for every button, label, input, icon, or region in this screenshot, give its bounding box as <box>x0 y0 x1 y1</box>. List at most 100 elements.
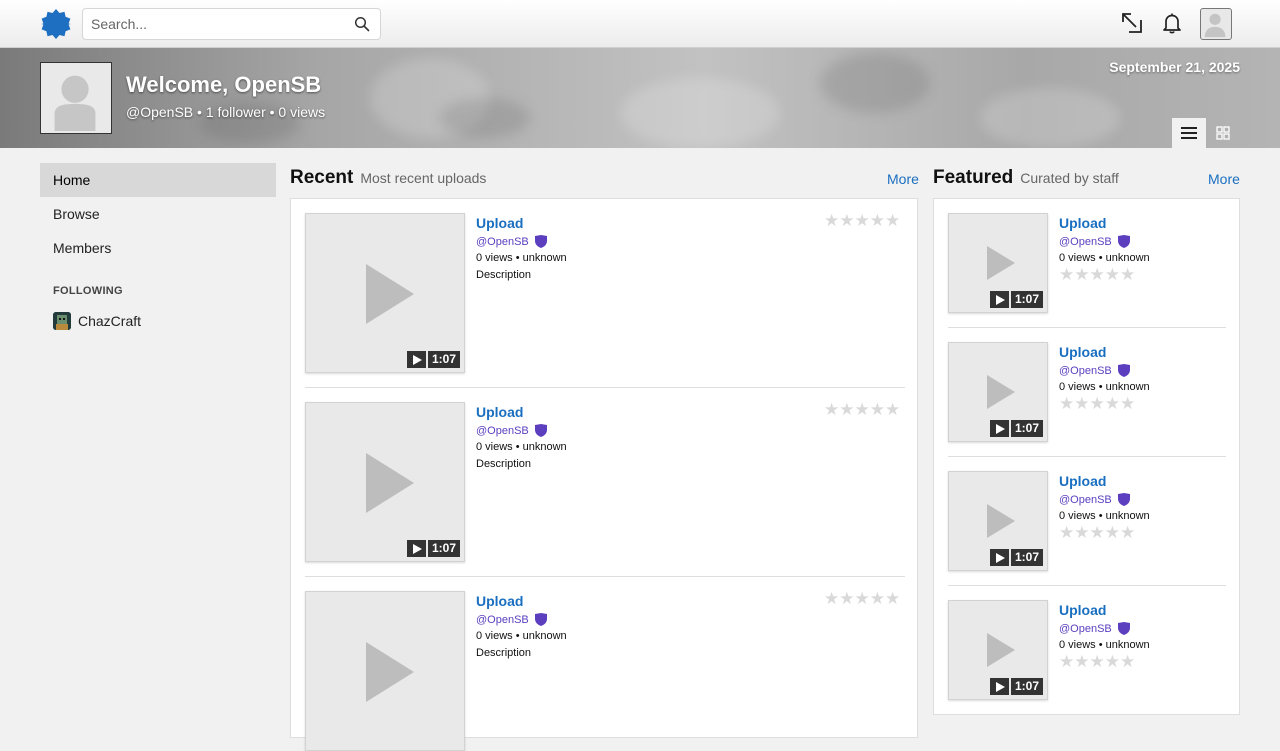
video-meta: 0 views • unknown <box>1059 510 1150 522</box>
star-icon: ★ <box>854 211 870 230</box>
video-card[interactable]: Upload @OpenSB 0 views • unknown Descrip… <box>305 589 905 751</box>
search-input[interactable] <box>83 9 343 39</box>
video-thumbnail[interactable]: 1:07 <box>305 402 465 562</box>
star-rating[interactable]: ★ ★ ★ ★ ★ <box>824 589 900 608</box>
profile-picture[interactable] <box>40 62 112 134</box>
grid-view-button[interactable] <box>1206 118 1240 148</box>
upload-icon[interactable] <box>1121 12 1143 34</box>
video-meta: 0 views • unknown <box>1059 252 1150 264</box>
video-author[interactable]: @OpenSB <box>476 235 547 248</box>
video-author[interactable]: @OpenSB <box>1059 622 1130 635</box>
verified-shield-icon <box>534 613 547 626</box>
video-card[interactable]: 1:07 Upload @OpenSB 0 views • unknown ★ ★… <box>948 471 1226 571</box>
play-small-icon <box>407 351 426 368</box>
welcome-title: Welcome, OpenSB <box>126 72 322 97</box>
search-icon[interactable] <box>354 16 370 32</box>
video-title[interactable]: Upload <box>1059 473 1106 489</box>
star-rating[interactable]: ★ ★ ★ ★ ★ <box>824 211 900 230</box>
star-icon: ★ <box>1120 652 1136 671</box>
video-author[interactable]: @OpenSB <box>1059 364 1130 377</box>
video-thumbnail[interactable]: 1:07 <box>948 600 1048 700</box>
channel-avatar-icon <box>53 312 71 330</box>
duration-badge: 1:07 <box>990 678 1044 695</box>
video-card[interactable]: 1:07 Upload @OpenSB 0 views • unknown ★ ★… <box>948 342 1226 442</box>
banner-texture <box>620 78 780 148</box>
divider <box>948 456 1226 457</box>
video-thumbnail[interactable]: 1:07 <box>948 213 1048 313</box>
star-icon: ★ <box>854 400 870 419</box>
featured-title: Featured <box>933 167 1014 188</box>
video-meta: 0 views • unknown <box>476 630 567 642</box>
search-box[interactable] <box>82 8 381 40</box>
video-title[interactable]: Upload <box>476 593 523 609</box>
recent-header: Recent Most recent uploads <box>290 167 486 191</box>
divider <box>948 327 1226 328</box>
video-author[interactable]: @OpenSB <box>1059 235 1130 248</box>
star-rating[interactable]: ★ ★ ★ ★ ★ <box>1059 523 1135 542</box>
video-card[interactable]: 1:07 Upload @OpenSB 0 views • unknown ★ ★… <box>948 600 1226 700</box>
author-name: @OpenSB <box>1059 493 1112 506</box>
list-view-button[interactable] <box>1172 118 1206 148</box>
star-icon: ★ <box>1059 523 1075 542</box>
video-author[interactable]: @OpenSB <box>1059 493 1130 506</box>
duration-badge: 1:07 <box>990 420 1044 437</box>
video-thumbnail[interactable]: 1:07 <box>948 471 1048 571</box>
duration: 1:07 <box>1011 549 1044 566</box>
star-rating[interactable]: ★ ★ ★ ★ ★ <box>1059 394 1135 413</box>
following-item-chazcraft[interactable]: ChazCraft <box>40 311 276 331</box>
video-thumbnail[interactable] <box>305 591 465 751</box>
featured-subtitle: Curated by staff <box>1020 170 1119 186</box>
sidebar-item-browse[interactable]: Browse <box>40 197 276 231</box>
video-title[interactable]: Upload <box>1059 215 1106 231</box>
star-icon: ★ <box>1074 652 1090 671</box>
video-thumbnail[interactable]: 1:07 <box>948 342 1048 442</box>
sidebar-item-home[interactable]: Home <box>40 163 276 197</box>
bell-icon[interactable] <box>1161 12 1183 34</box>
recent-more-link[interactable]: More <box>887 171 919 187</box>
video-card[interactable]: 1:07 Upload @OpenSB 0 views • unknown De… <box>305 211 905 373</box>
video-author[interactable]: @OpenSB <box>476 424 547 437</box>
duration: 1:07 <box>1011 291 1044 308</box>
video-thumbnail[interactable]: 1:07 <box>305 213 465 373</box>
top-bar <box>0 0 1280 48</box>
duration-badge: 1:07 <box>990 549 1044 566</box>
video-title[interactable]: Upload <box>476 215 523 231</box>
star-rating[interactable]: ★ ★ ★ ★ ★ <box>824 400 900 419</box>
profile-banner: Welcome, OpenSB @OpenSB • 1 follower • 0… <box>0 48 1280 148</box>
video-author[interactable]: @OpenSB <box>476 613 547 626</box>
play-small-icon <box>990 291 1009 308</box>
star-rating[interactable]: ★ ★ ★ ★ ★ <box>1059 266 1135 283</box>
play-icon <box>987 375 1015 409</box>
logo-icon[interactable] <box>40 8 72 40</box>
divider <box>305 576 905 577</box>
video-card[interactable]: 1:07 Upload @OpenSB 0 views • unknown ★ ★… <box>948 213 1226 313</box>
account-avatar[interactable] <box>1200 8 1232 40</box>
video-title[interactable]: Upload <box>476 404 523 420</box>
featured-more-link[interactable]: More <box>1208 171 1240 187</box>
star-icon: ★ <box>824 400 840 419</box>
author-name: @OpenSB <box>1059 364 1112 377</box>
author-name: @OpenSB <box>476 424 529 437</box>
star-icon: ★ <box>869 589 885 608</box>
featured-panel: 1:07 Upload @OpenSB 0 views • unknown ★ ★… <box>933 198 1240 715</box>
video-title[interactable]: Upload <box>1059 344 1106 360</box>
list-icon <box>1181 127 1197 139</box>
star-icon: ★ <box>1104 523 1120 542</box>
video-description: Description <box>476 269 532 281</box>
duration: 1:07 <box>428 540 461 557</box>
avatar-icon <box>1204 13 1226 38</box>
star-icon: ★ <box>869 211 885 230</box>
play-icon <box>366 642 414 702</box>
verified-shield-icon <box>534 235 547 248</box>
play-small-icon <box>990 678 1009 695</box>
video-title[interactable]: Upload <box>1059 602 1106 618</box>
banner-texture <box>440 98 530 138</box>
star-icon: ★ <box>1089 523 1105 542</box>
star-rating[interactable]: ★ ★ ★ ★ ★ <box>1059 652 1136 671</box>
author-name: @OpenSB <box>1059 235 1112 248</box>
recent-panel: 1:07 Upload @OpenSB 0 views • unknown De… <box>290 198 918 751</box>
video-card[interactable]: 1:07 Upload @OpenSB 0 views • unknown De… <box>305 400 905 562</box>
star-icon: ★ <box>1089 394 1105 413</box>
duration-badge: 1:07 <box>407 351 461 368</box>
sidebar-item-members[interactable]: Members <box>40 231 276 265</box>
